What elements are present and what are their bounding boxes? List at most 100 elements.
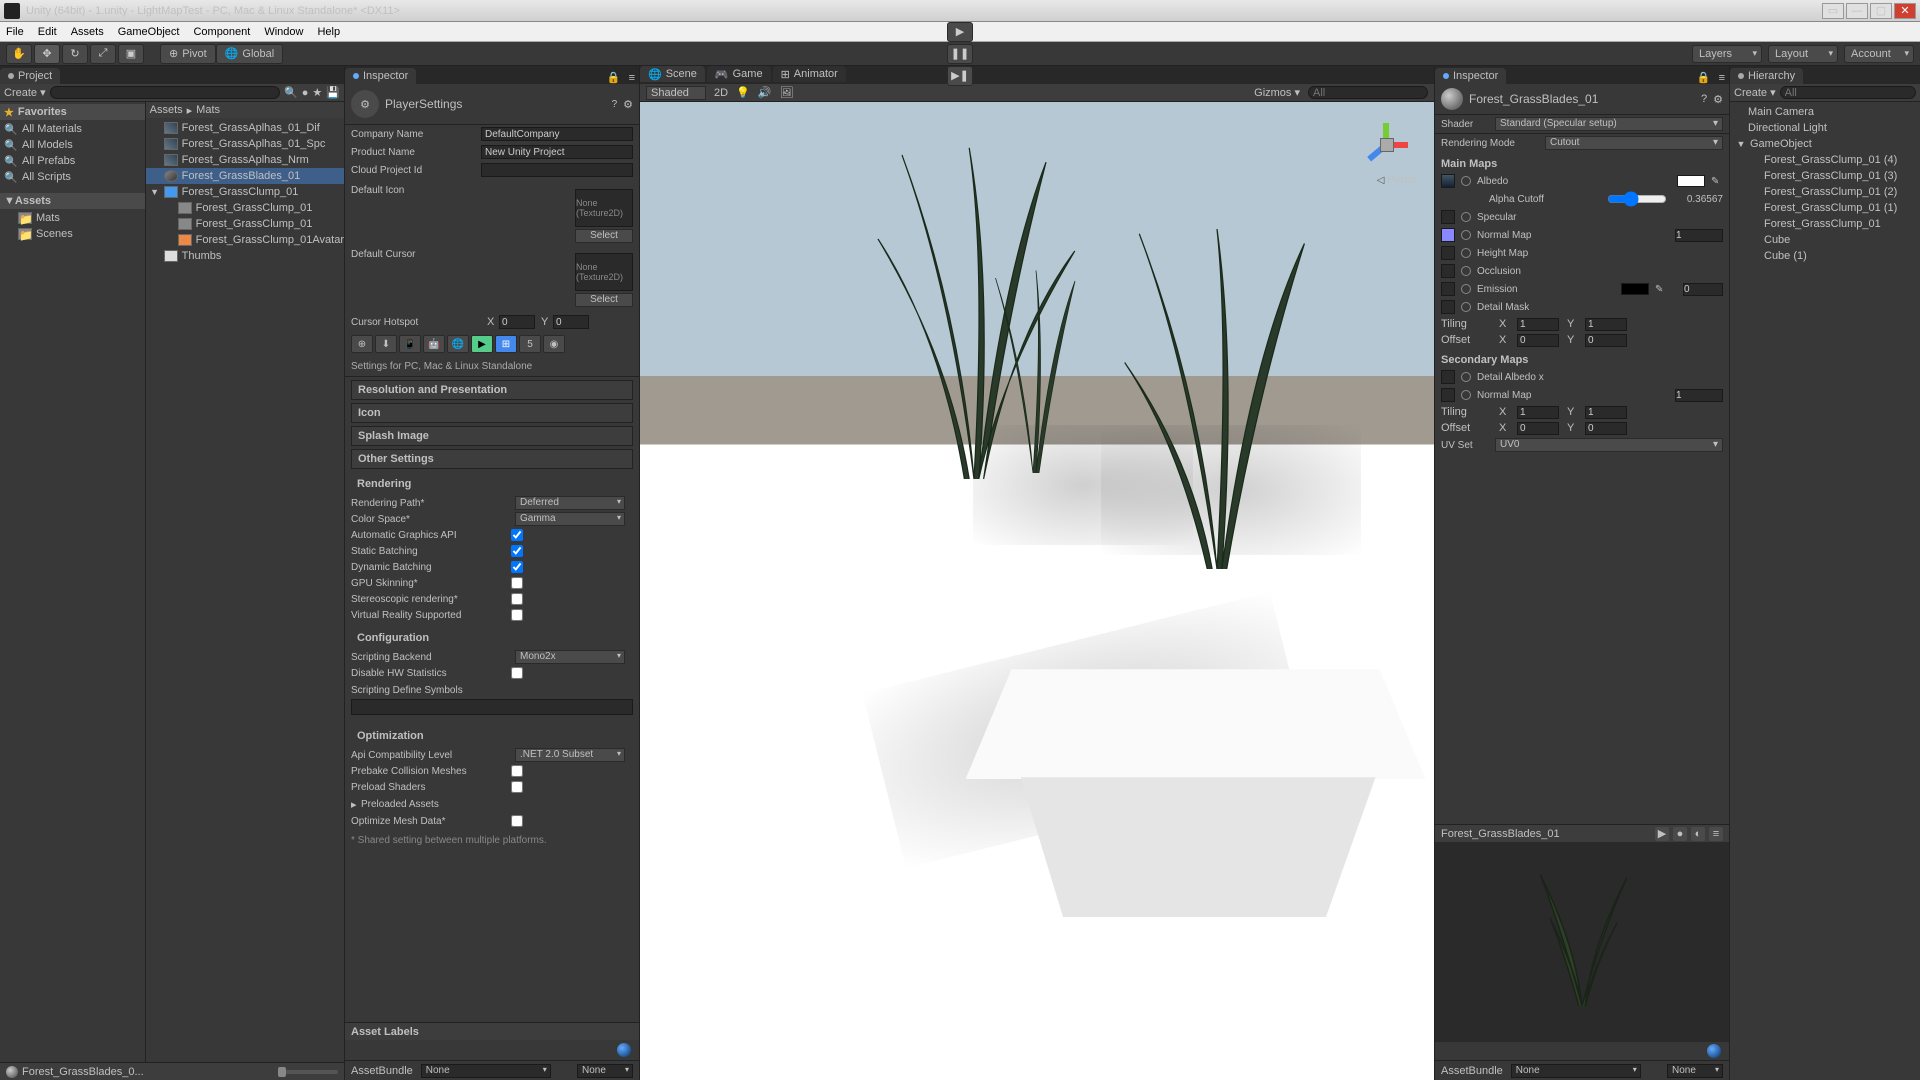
- alpha-cutoff-slider[interactable]: [1607, 191, 1667, 207]
- section-other[interactable]: Other Settings: [351, 449, 633, 469]
- emission-color[interactable]: [1621, 283, 1649, 295]
- hierarchy-item[interactable]: Forest_GrassClump_01 (4): [1730, 152, 1920, 168]
- menu-help[interactable]: Help: [317, 26, 340, 38]
- gizmos-dropdown[interactable]: Gizmos ▾: [1254, 86, 1300, 99]
- project-item[interactable]: Thumbs: [146, 248, 344, 264]
- preview-bg-icon[interactable]: ◐: [1691, 827, 1705, 841]
- shader-dropdown[interactable]: Standard (Specular setup): [1495, 117, 1723, 131]
- folder-mats[interactable]: 📁Mats: [0, 210, 145, 226]
- default-cursor-slot[interactable]: None (Texture2D): [575, 253, 633, 291]
- platform-tizen-icon[interactable]: ◉: [543, 335, 565, 353]
- assetbundle-variant-dropdown-2[interactable]: None: [1667, 1064, 1723, 1078]
- favorites-header[interactable]: ★Favorites: [0, 104, 145, 120]
- platform-standalone-icon[interactable]: ▶: [471, 335, 493, 353]
- preload-shaders-checkbox[interactable]: [511, 781, 523, 793]
- default-icon-slot[interactable]: None (Texture2D): [575, 189, 633, 227]
- static-batching-checkbox[interactable]: [511, 545, 523, 557]
- platform-html5-icon[interactable]: 5: [519, 335, 541, 353]
- api-compat-dropdown[interactable]: .NET 2.0 Subset: [515, 748, 625, 762]
- auto-graphics-api-checkbox[interactable]: [511, 529, 523, 541]
- project-search-input[interactable]: [50, 86, 280, 99]
- section-splash[interactable]: Splash Image: [351, 426, 633, 446]
- preloaded-assets-foldout[interactable]: Preloaded Assets: [361, 799, 491, 810]
- animator-tab[interactable]: ⊞Animator: [773, 66, 846, 82]
- menu-component[interactable]: Component: [193, 26, 250, 38]
- detailmask-texture-slot[interactable]: [1441, 300, 1455, 314]
- hand-tool-button[interactable]: ✋: [6, 44, 32, 64]
- default-cursor-select-button[interactable]: Select: [575, 293, 633, 307]
- product-name-input[interactable]: [481, 145, 633, 159]
- preview-menu-icon[interactable]: ≡: [1709, 827, 1723, 841]
- project-save-icon[interactable]: 💾: [326, 86, 340, 99]
- project-item[interactable]: Forest_GrassAplhas_Nrm: [146, 152, 344, 168]
- scripting-define-input[interactable]: [351, 699, 633, 715]
- scene-search-input[interactable]: [1308, 86, 1428, 99]
- layers-dropdown[interactable]: Layers: [1692, 45, 1762, 63]
- height-texture-slot[interactable]: [1441, 246, 1455, 260]
- default-icon-select-button[interactable]: Select: [575, 229, 633, 243]
- search-filter-icon[interactable]: 🔍: [284, 86, 298, 99]
- close-button[interactable]: ✕: [1894, 3, 1916, 19]
- fx-toggle-icon[interactable]: 🖼: [779, 86, 793, 99]
- albedo-color[interactable]: [1677, 175, 1705, 187]
- breadcrumb-assets[interactable]: Assets: [150, 104, 183, 116]
- rotate-tool-button[interactable]: ↻: [62, 44, 88, 64]
- cloud-id-input[interactable]: [481, 163, 633, 177]
- settings-cog-icon[interactable]: ⚙: [623, 98, 633, 111]
- menu-window[interactable]: Window: [264, 26, 303, 38]
- normal2-picker-icon[interactable]: [1461, 390, 1471, 400]
- inspector-lock-icon[interactable]: 🔒: [603, 71, 625, 84]
- cursor-hotspot-y-input[interactable]: [553, 315, 589, 329]
- preview-play-icon[interactable]: ▶: [1655, 827, 1669, 841]
- prebake-checkbox[interactable]: [511, 765, 523, 777]
- hierarchy-create-menu[interactable]: Create ▾: [1734, 86, 1776, 99]
- project-item[interactable]: Forest_GrassAplhas_01_Spc: [146, 136, 344, 152]
- scripting-backend-dropdown[interactable]: Mono2x: [515, 650, 625, 664]
- pivot-toggle[interactable]: ⊕Pivot: [160, 44, 216, 64]
- hierarchy-item[interactable]: Forest_GrassClump_01 (3): [1730, 168, 1920, 184]
- fav-all-materials[interactable]: 🔍All Materials: [0, 121, 145, 137]
- label-add-icon-2[interactable]: [1707, 1044, 1721, 1058]
- hierarchy-item[interactable]: Forest_GrassClump_01 (1): [1730, 200, 1920, 216]
- project-item[interactable]: Forest_GrassClump_01: [146, 200, 344, 216]
- specular-picker-icon[interactable]: [1461, 212, 1471, 222]
- occlusion-texture-slot[interactable]: [1441, 264, 1455, 278]
- folder-scenes[interactable]: 📁Scenes: [0, 226, 145, 242]
- menu-gameobject[interactable]: GameObject: [118, 26, 180, 38]
- project-item[interactable]: ▼Forest_GrassClump_01: [146, 184, 344, 200]
- rendering-mode-dropdown[interactable]: Cutout: [1545, 136, 1723, 150]
- hierarchy-search-input[interactable]: [1780, 86, 1916, 99]
- audio-toggle-icon[interactable]: 🔊: [758, 86, 772, 99]
- project-item[interactable]: Forest_GrassClump_01Avatar: [146, 232, 344, 248]
- specular-texture-slot[interactable]: [1441, 210, 1455, 224]
- normal-texture-slot[interactable]: [1441, 228, 1455, 242]
- tiling2-y-input[interactable]: [1585, 406, 1627, 419]
- persp-label[interactable]: ◁ Persp: [1377, 174, 1416, 186]
- account-dropdown[interactable]: Account: [1844, 45, 1914, 63]
- inspector1-tab[interactable]: Inspector: [345, 68, 416, 84]
- normal2-strength-input[interactable]: [1675, 389, 1723, 402]
- vr-checkbox[interactable]: [511, 609, 523, 621]
- hierarchy-item[interactable]: Main Camera: [1730, 104, 1920, 120]
- hierarchy-item[interactable]: Forest_GrassClump_01 (2): [1730, 184, 1920, 200]
- material-preview[interactable]: [1435, 842, 1729, 1042]
- preview-light-icon[interactable]: ●: [1673, 827, 1687, 841]
- platform-ios-icon[interactable]: 📱: [399, 335, 421, 353]
- material-help-icon[interactable]: ?: [1701, 93, 1707, 105]
- fav-all-prefabs[interactable]: 🔍All Prefabs: [0, 153, 145, 169]
- game-tab[interactable]: 🎮Game: [707, 66, 771, 82]
- platform-android-icon[interactable]: 🤖: [423, 335, 445, 353]
- offset2-x-input[interactable]: [1517, 422, 1559, 435]
- offset-y-input[interactable]: [1585, 334, 1627, 347]
- breadcrumb-mats[interactable]: Mats: [196, 104, 220, 116]
- height-picker-icon[interactable]: [1461, 248, 1471, 258]
- tiling-y-input[interactable]: [1585, 318, 1627, 331]
- detail-albedo-picker-icon[interactable]: [1461, 372, 1471, 382]
- menu-edit[interactable]: Edit: [38, 26, 57, 38]
- help-icon[interactable]: ?: [612, 99, 618, 110]
- restore-down-alt-button[interactable]: ▭: [1822, 3, 1844, 19]
- dynamic-batching-checkbox[interactable]: [511, 561, 523, 573]
- company-name-input[interactable]: [481, 127, 633, 141]
- project-tab[interactable]: Project: [0, 68, 60, 84]
- inspector2-lock-icon[interactable]: 🔒: [1693, 71, 1715, 84]
